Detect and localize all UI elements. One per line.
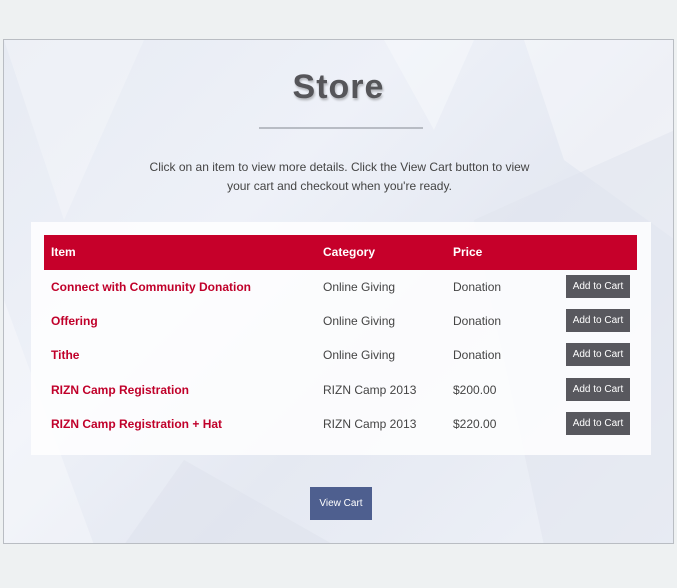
header-item: Item [51,245,76,259]
page-title: Store [292,68,385,106]
store-panel: Store Click on an item to view more deta… [3,39,674,544]
add-to-cart-button[interactable]: Add to Cart [566,343,630,366]
item-category: RIZN Camp 2013 [323,383,417,397]
store-table: Item Category Price Connect with Communi… [31,222,651,455]
item-price: $200.00 [453,383,497,397]
view-cart-button[interactable]: View Cart [310,487,372,520]
header-price: Price [453,245,483,259]
header-category: Category [323,245,376,259]
intro-text: Click on an item to view more details. C… [149,160,530,193]
item-category: Online Giving [323,348,396,362]
table-row: Offering Online Giving Donation Add to C… [44,304,637,338]
table-row: Tithe Online Giving Donation Add to Cart [44,338,637,372]
item-category: RIZN Camp 2013 [323,417,417,431]
item-link[interactable]: Tithe [51,348,79,362]
add-to-cart-button[interactable]: Add to Cart [566,378,630,401]
item-link[interactable]: Offering [51,314,98,328]
item-price: Donation [453,280,502,294]
item-category: Online Giving [323,280,396,294]
item-price: $220.00 [453,417,497,431]
title-divider [259,127,423,129]
item-price: Donation [453,348,502,362]
table-row: Connect with Community Donation Online G… [44,270,637,304]
add-to-cart-button[interactable]: Add to Cart [566,275,630,298]
item-link[interactable]: RIZN Camp Registration + Hat [51,417,222,431]
table-row: RIZN Camp Registration + Hat RIZN Camp 2… [44,407,637,441]
table-header: Item Category Price [44,235,637,270]
item-link[interactable]: Connect with Community Donation [51,280,251,294]
item-price: Donation [453,314,502,328]
item-link[interactable]: RIZN Camp Registration [51,383,189,397]
item-category: Online Giving [323,314,396,328]
add-to-cart-button[interactable]: Add to Cart [566,309,630,332]
add-to-cart-button[interactable]: Add to Cart [566,412,630,435]
table-row: RIZN Camp Registration RIZN Camp 2013 $2… [44,373,637,407]
